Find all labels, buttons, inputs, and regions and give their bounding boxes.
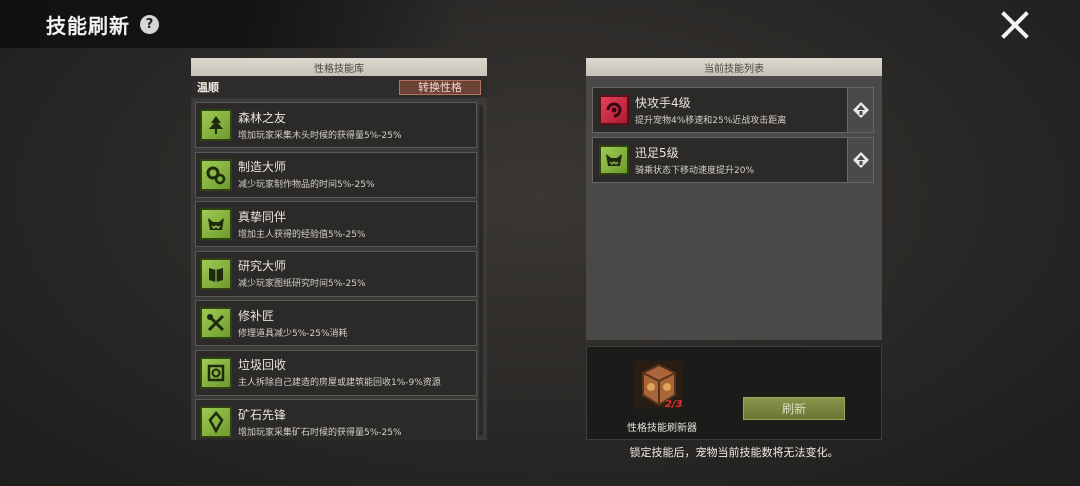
skill-desc: 增加玩家采集木头时候的获得量5%-25%	[238, 130, 402, 141]
close-icon[interactable]	[998, 8, 1032, 42]
gears-icon	[200, 158, 232, 191]
skill-card-recycle[interactable]: 垃圾回收 主人拆除自己建造的房屋或建筑能回收1%-9%资源	[195, 349, 477, 396]
item-count: 2/3	[665, 399, 683, 410]
recycle-icon	[200, 356, 232, 389]
skill-desc: 减少玩家图纸研究时间5%-25%	[238, 279, 366, 289]
trait-row: 温顺 转换性格	[191, 76, 487, 98]
lock-toggle-icon	[852, 102, 869, 118]
scrollbar[interactable]	[479, 105, 483, 435]
lock-skill-button[interactable]	[847, 88, 873, 132]
swirl-icon	[599, 95, 629, 125]
skill-desc: 增加玩家采集矿石时候的获得量5%-25%	[238, 427, 402, 438]
skill-desc: 修理道具减少5%-25%消耗	[238, 328, 348, 339]
skill-card-true-companion[interactable]: 真挚同伴 增加主人获得的经验值5%-25%	[195, 201, 477, 247]
trait-skill-library-panel: 性格技能库 温顺 转换性格 森林之友 增加玩家采集木头时候的获得量5%-25% …	[191, 58, 487, 440]
skill-name: 真挚同伴	[238, 209, 287, 224]
item-label: 性格技能刷新器	[627, 423, 697, 434]
tools-icon	[200, 307, 232, 339]
skill-card-forest-friend[interactable]: 森林之友 增加玩家采集木头时候的获得量5%-25%	[195, 102, 477, 148]
switch-trait-button[interactable]: 转换性格	[399, 79, 481, 95]
skill-name: 修补匠	[238, 308, 275, 323]
monster-face-icon	[599, 145, 629, 175]
lock-toggle-icon	[852, 152, 869, 168]
panel-header: 当前技能列表	[586, 58, 882, 76]
skill-name: 制造大师	[238, 160, 287, 174]
skill-card-research-master[interactable]: 研究大师 减少玩家图纸研究时间5%-25%	[195, 250, 477, 297]
page-title: 技能刷新	[46, 13, 130, 38]
skill-name: 迅足5级	[635, 145, 679, 160]
skill-card-craft-master[interactable]: 制造大师 减少玩家制作物品的时间5%-25%	[195, 151, 477, 198]
skill-name: 矿石先锋	[238, 407, 287, 422]
skill-desc: 减少玩家制作物品的时间5%-25%	[238, 180, 375, 190]
skill-name: 森林之友	[238, 110, 287, 125]
skill-card-tinker[interactable]: 修补匠 修理道具减少5%-25%消耗	[195, 300, 477, 346]
panel-header: 性格技能库	[191, 58, 487, 76]
monster-face-icon	[200, 208, 232, 240]
skill-desc: 骑乘状态下移动速度提升20%	[635, 165, 755, 176]
tree-icon	[200, 109, 232, 141]
skill-desc: 提升宠物4%移速和25%近战攻击距离	[635, 115, 787, 126]
title-bar: 技能刷新 ?	[0, 0, 460, 48]
skill-name: 快攻手4级	[635, 95, 691, 110]
current-skill-card-quick-attacker[interactable]: 快攻手4级 提升宠物4%移速和25%近战攻击距离	[592, 87, 874, 133]
skill-desc: 主人拆除自己建造的房屋或建筑能回收1%-9%资源	[238, 378, 441, 388]
refresh-button[interactable]: 刷新	[743, 397, 845, 420]
lock-skill-button[interactable]	[847, 138, 873, 182]
book-icon	[200, 257, 232, 290]
crystal-icon	[200, 406, 232, 438]
current-skill-list-panel: 当前技能列表 快攻手4级 提升宠物4%移速和25%近战攻击距离 迅足5级 骑乘状…	[586, 58, 882, 340]
trait-name: 温顺	[197, 81, 219, 94]
skill-name: 垃圾回收	[238, 358, 287, 372]
refresh-panel: 2/3 性格技能刷新器 刷新	[586, 346, 882, 440]
skill-card-ore-pioneer[interactable]: 矿石先锋 增加玩家采集矿石时候的获得量5%-25%	[195, 399, 477, 440]
skill-list[interactable]: 森林之友 增加玩家采集木头时候的获得量5%-25% 制造大师 减少玩家制作物品的…	[191, 98, 487, 440]
skill-name: 研究大师	[238, 259, 287, 273]
footer-note: 锁定技能后，宠物当前技能数将无法变化。	[629, 446, 839, 459]
skill-desc: 增加主人获得的经验值5%-25%	[238, 229, 366, 240]
help-icon[interactable]: ?	[140, 14, 159, 34]
current-skill-card-swift-foot[interactable]: 迅足5级 骑乘状态下移动速度提升20%	[592, 137, 874, 183]
